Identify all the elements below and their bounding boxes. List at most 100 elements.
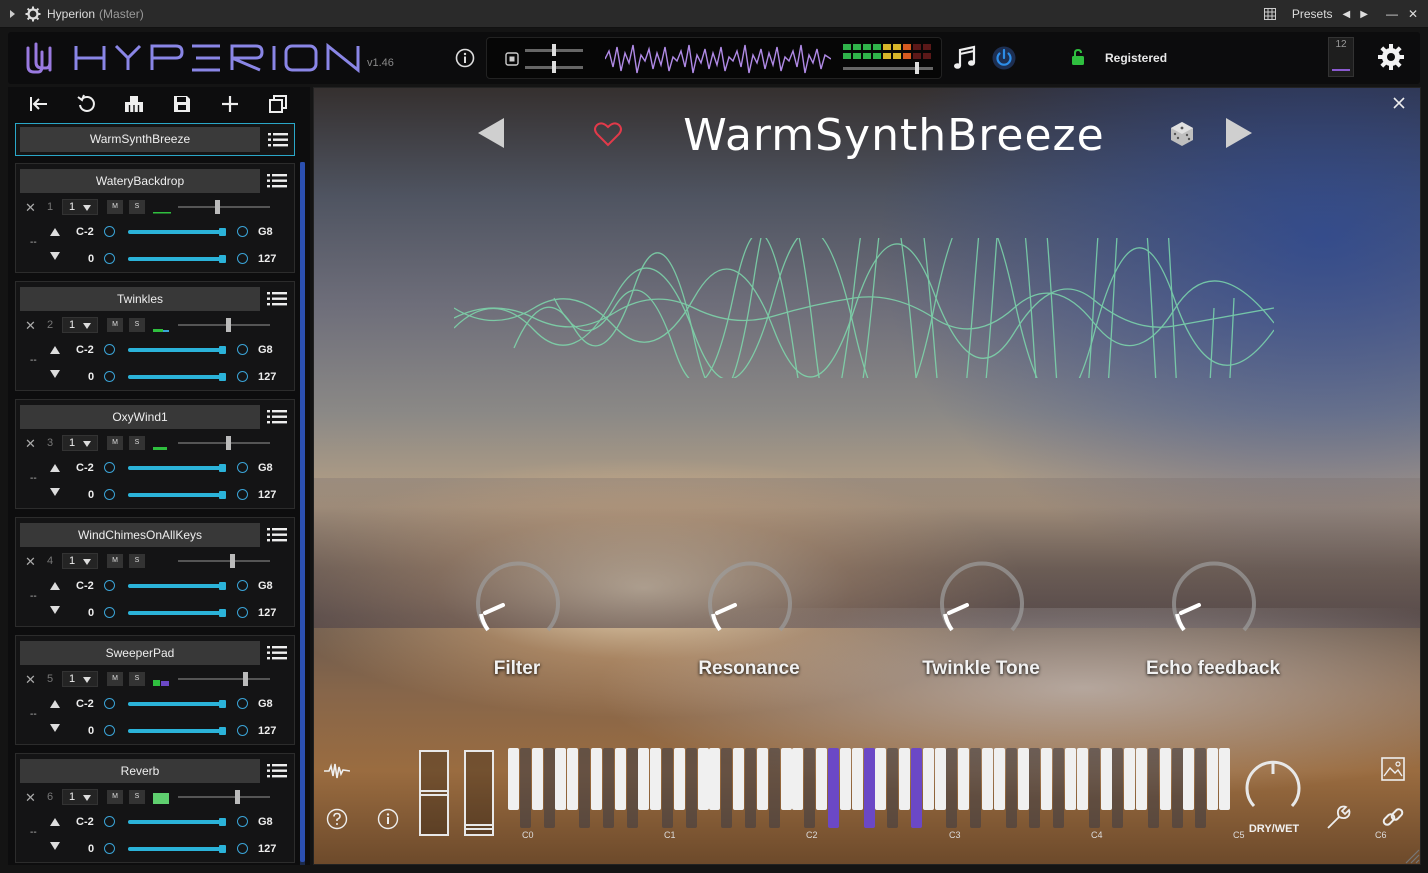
high-note-label[interactable]: G8 xyxy=(258,816,273,828)
high-key-handle[interactable] xyxy=(237,698,248,709)
low-note-label[interactable]: C-2 xyxy=(76,580,94,592)
high-key-handle[interactable] xyxy=(237,226,248,237)
next-preset-arrow-icon[interactable] xyxy=(1226,118,1252,148)
piano-key[interactable] xyxy=(887,748,898,828)
transpose-down-icon[interactable] xyxy=(50,370,60,378)
layer-volume-slider[interactable] xyxy=(178,436,270,450)
transpose-up-icon[interactable] xyxy=(50,818,60,826)
piano-key[interactable] xyxy=(1160,748,1171,810)
transpose-up-icon[interactable] xyxy=(50,346,60,354)
high-note-label[interactable]: G8 xyxy=(258,344,273,356)
pitch-bend-wheel[interactable] xyxy=(419,750,449,836)
link-icon[interactable] xyxy=(1380,804,1406,830)
low-key-handle[interactable] xyxy=(104,698,115,709)
solo-button[interactable]: S xyxy=(129,554,145,568)
info-icon[interactable] xyxy=(377,808,399,830)
piano-key[interactable] xyxy=(721,748,732,828)
low-velocity-label[interactable]: 0 xyxy=(88,489,94,501)
background-image-icon[interactable] xyxy=(1380,756,1406,782)
low-note-label[interactable]: C-2 xyxy=(76,226,94,238)
macro-knob[interactable]: Twinkle Tone xyxy=(881,558,1081,688)
high-velocity-handle[interactable] xyxy=(237,843,248,854)
mute-button[interactable]: M xyxy=(107,790,123,804)
piano-key[interactable] xyxy=(792,748,803,810)
piano-key[interactable] xyxy=(1207,748,1218,810)
piano-key[interactable] xyxy=(769,748,780,828)
high-note-label[interactable]: G8 xyxy=(258,580,273,592)
piano-key[interactable] xyxy=(899,748,910,810)
midi-channel-select[interactable]: 1 xyxy=(62,435,98,451)
high-velocity-label[interactable]: 127 xyxy=(258,489,276,501)
high-velocity-label[interactable]: 127 xyxy=(258,371,276,383)
low-velocity-handle[interactable] xyxy=(104,253,115,264)
piano-key[interactable] xyxy=(567,748,578,810)
high-velocity-handle[interactable] xyxy=(237,371,248,382)
piano-key[interactable] xyxy=(1112,748,1123,828)
low-key-handle[interactable] xyxy=(104,226,115,237)
low-velocity-label[interactable]: 0 xyxy=(88,843,94,855)
piano-key[interactable] xyxy=(1006,748,1017,828)
piano-key[interactable] xyxy=(1089,748,1100,828)
piano-key[interactable] xyxy=(650,748,661,810)
minimize-icon[interactable]: — xyxy=(1386,7,1398,21)
solo-button[interactable]: S xyxy=(129,318,145,332)
key-range-bar[interactable] xyxy=(128,582,226,590)
midi-channel-select[interactable]: 1 xyxy=(62,671,98,687)
transpose-up-icon[interactable] xyxy=(50,582,60,590)
piano-key[interactable] xyxy=(1124,748,1135,810)
piano-key[interactable] xyxy=(627,748,638,828)
key-range-bar[interactable] xyxy=(128,818,226,826)
midi-channel-select[interactable]: 1 xyxy=(62,553,98,569)
piano-key[interactable] xyxy=(698,748,709,810)
high-key-handle[interactable] xyxy=(237,816,248,827)
transpose-down-icon[interactable] xyxy=(50,724,60,732)
high-note-label[interactable]: G8 xyxy=(258,226,273,238)
piano-key[interactable] xyxy=(1148,748,1159,828)
piano-key[interactable] xyxy=(520,748,531,828)
piano-key[interactable] xyxy=(1101,748,1112,810)
piano-key[interactable] xyxy=(935,748,946,810)
layer-scroll-thumb[interactable] xyxy=(300,162,305,862)
low-velocity-handle[interactable] xyxy=(104,607,115,618)
high-key-handle[interactable] xyxy=(237,344,248,355)
velocity-range-bar[interactable] xyxy=(128,609,226,617)
low-key-handle[interactable] xyxy=(104,580,115,591)
low-key-handle[interactable] xyxy=(104,816,115,827)
high-velocity-label[interactable]: 127 xyxy=(258,843,276,855)
high-velocity-handle[interactable] xyxy=(237,725,248,736)
piano-key[interactable] xyxy=(1195,748,1206,828)
high-velocity-label[interactable]: 127 xyxy=(258,607,276,619)
favorite-heart-icon[interactable] xyxy=(593,120,623,148)
solo-button[interactable]: S xyxy=(129,200,145,214)
velocity-range-bar[interactable] xyxy=(128,845,226,853)
resize-grip-icon[interactable] xyxy=(1402,846,1420,864)
low-note-label[interactable]: C-2 xyxy=(76,698,94,710)
solo-button[interactable]: S xyxy=(129,790,145,804)
low-key-handle[interactable] xyxy=(104,344,115,355)
piano-key[interactable] xyxy=(864,748,875,828)
mute-button[interactable]: M xyxy=(107,318,123,332)
mute-button[interactable]: M xyxy=(107,672,123,686)
key-range-bar[interactable] xyxy=(128,700,226,708)
piano-key[interactable] xyxy=(591,748,602,810)
layer-menu-list-icon[interactable] xyxy=(267,763,287,779)
next-preset-arrow-icon[interactable]: ▶ xyxy=(1360,9,1368,20)
first-layer-icon[interactable] xyxy=(28,93,50,115)
piano-key[interactable] xyxy=(923,748,934,810)
high-note-label[interactable]: G8 xyxy=(258,698,273,710)
preset-menu-list-icon[interactable] xyxy=(268,132,288,148)
input-gain-slider[interactable] xyxy=(525,44,583,56)
piano-key[interactable] xyxy=(1041,748,1052,810)
transpose-up-icon[interactable] xyxy=(50,700,60,708)
low-note-label[interactable]: C-2 xyxy=(76,462,94,474)
piano-key[interactable] xyxy=(994,748,1005,810)
velocity-range-bar[interactable] xyxy=(128,255,226,263)
high-key-handle[interactable] xyxy=(237,580,248,591)
layer-name[interactable]: SweeperPad xyxy=(20,641,260,665)
macro-knob[interactable]: Echo feedback xyxy=(1113,558,1313,688)
reset-icon[interactable] xyxy=(76,93,98,115)
transpose-up-icon[interactable] xyxy=(50,228,60,236)
low-velocity-handle[interactable] xyxy=(104,371,115,382)
key-range-bar[interactable] xyxy=(128,464,226,472)
high-velocity-label[interactable]: 127 xyxy=(258,725,276,737)
